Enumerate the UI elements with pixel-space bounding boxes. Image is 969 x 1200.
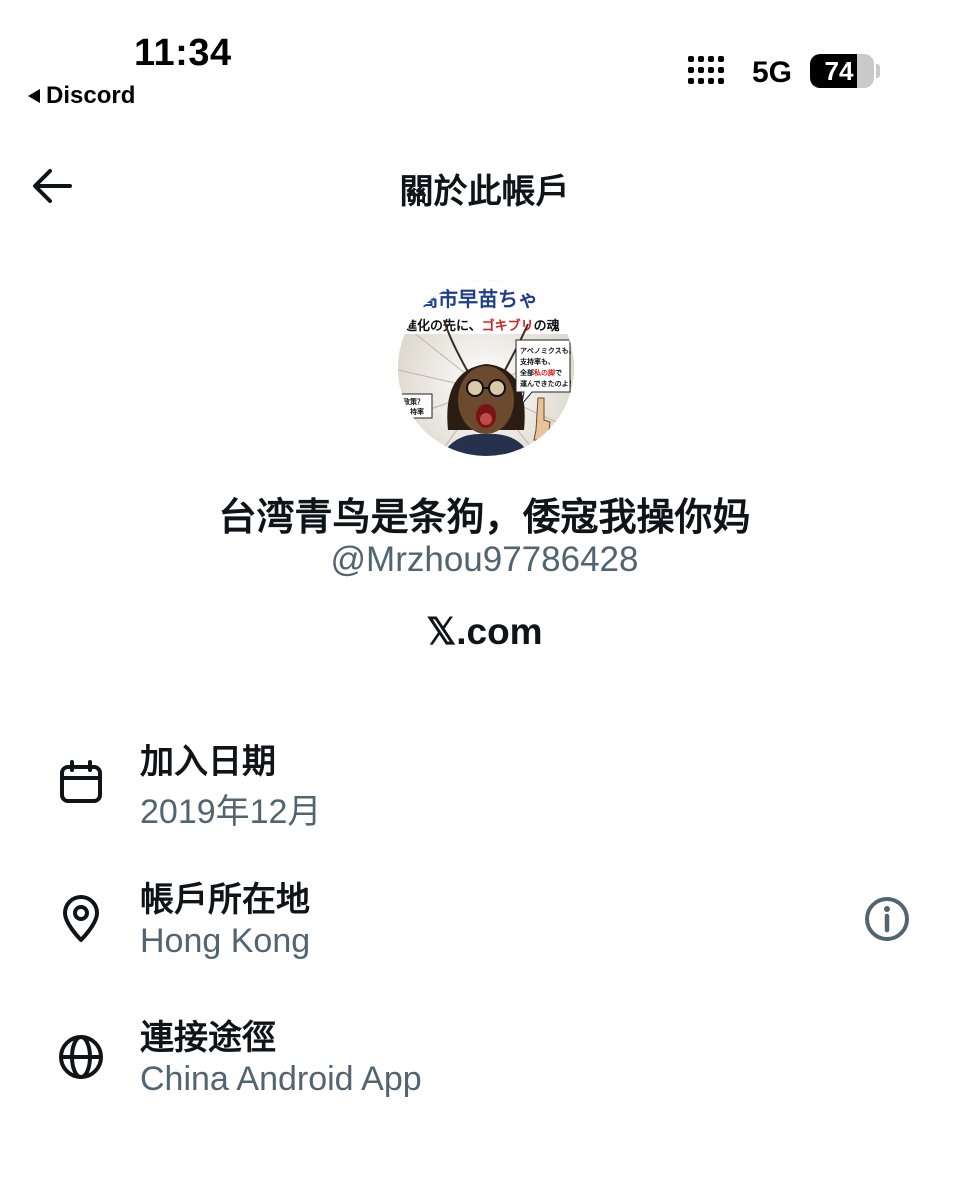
info-button[interactable] [862,894,912,944]
calendar-icon [56,758,106,808]
join-date-label: 加入日期 [140,742,276,782]
join-date-row: 加入日期 2019年12月 [0,734,969,834]
avatar-subtitle: 進化の先に、ゴキブリの魂 [404,318,560,334]
connected-via-label: 連接途徑 [140,1018,276,1058]
avatar-left-line-1: 政策？ [403,397,424,406]
display-name: 台湾青鸟是条狗，倭寇我操你妈 [218,495,751,539]
info-icon [865,897,909,941]
avatar-left-line-2: よ持率 [403,407,424,416]
location-pin-icon [56,894,106,944]
page-title: 關於此帳戶 [399,172,570,212]
avatar-bubble-line-2: 支持率も、 [519,357,555,366]
avatar-bubble-line-1: アベノミクスも、 [520,346,574,355]
account-location-label: 帳戶所在地 [140,880,310,920]
back-triangle-icon [28,89,40,103]
back-app-label: Discord [46,82,136,109]
network-type: 5G [752,56,793,89]
avatar[interactable]: 高市早苗ちゃ 進化の先に、ゴキブリの魂 アベノミクスも、 支持率も、 全部私の脚… [398,280,574,456]
account-location-value: Hong Kong [140,922,311,960]
connected-via-row: 連接途徑 China Android App [0,1010,969,1110]
avatar-bubble-line-3: 全部私の脚で [519,368,562,377]
back-to-app-link[interactable]: Discord [28,82,135,110]
account-location-row: 帳戶所在地 Hong Kong [0,872,969,972]
connected-via-value: China Android App [140,1060,422,1098]
avatar-title-text: 高市早苗ちゃ [418,287,538,311]
status-time: 11:34 [134,32,232,74]
avatar-bubble-line-4: 運んできたのよ！ [520,379,574,388]
battery-icon: 74 [810,54,874,88]
username-handle: @Mrzhou97786428 [330,540,639,579]
signal-strength-icon [688,56,724,84]
battery-percent: 74 [824,55,854,86]
globe-icon [56,1032,106,1082]
join-date-value: 2019年12月 [140,793,322,831]
battery-cap [876,64,880,78]
avatar-image: 高市早苗ちゃ 進化の先に、ゴキブリの魂 アベノミクスも、 支持率も、 全部私の脚… [398,280,574,456]
source-site: 𝕏.com [426,611,543,652]
